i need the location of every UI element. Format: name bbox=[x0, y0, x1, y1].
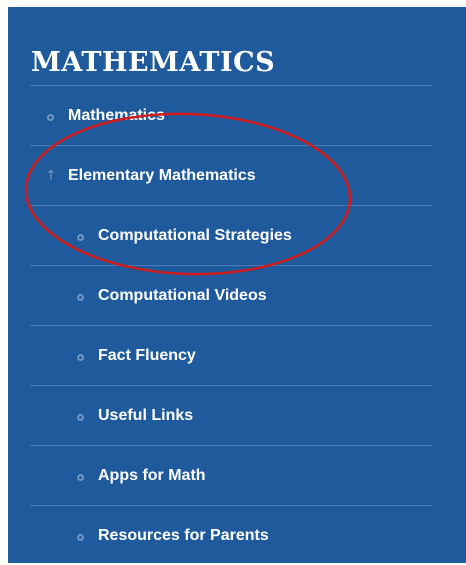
sidebar-item-useful-links[interactable]: Useful Links bbox=[30, 385, 432, 445]
sidebar-heading: MATHEMATICS bbox=[31, 47, 276, 78]
sidebar-item-elementary-mathematics[interactable]: ↑ Elementary Mathematics bbox=[30, 145, 432, 205]
sidebar-item-fact-fluency[interactable]: Fact Fluency bbox=[30, 325, 432, 385]
circle-bullet-icon bbox=[77, 354, 84, 361]
sidebar-panel: MATHEMATICS Mathematics ↑ Elementary Mat… bbox=[8, 7, 466, 563]
circle-bullet-icon bbox=[77, 414, 84, 421]
sidebar-item-label[interactable]: Computational Strategies bbox=[98, 227, 292, 245]
sidebar-item-computational-strategies[interactable]: Computational Strategies bbox=[30, 205, 432, 265]
circle-bullet-icon bbox=[77, 294, 84, 301]
sidebar-item-label[interactable]: Mathematics bbox=[68, 107, 165, 125]
sidebar-item-label[interactable]: Apps for Math bbox=[98, 467, 206, 485]
sidebar-item-label[interactable]: Useful Links bbox=[98, 407, 193, 425]
circle-bullet-icon bbox=[77, 534, 84, 541]
arrow-up-icon: ↑ bbox=[45, 167, 57, 184]
sidebar-item-label[interactable]: Elementary Mathematics bbox=[68, 167, 256, 185]
circle-bullet-icon bbox=[47, 114, 54, 121]
sidebar-item-label[interactable]: Resources for Parents bbox=[98, 527, 269, 545]
sidebar-item-mathematics[interactable]: Mathematics bbox=[30, 85, 432, 145]
circle-bullet-icon bbox=[77, 234, 84, 241]
sidebar-item-apps-for-math[interactable]: Apps for Math bbox=[30, 445, 432, 505]
sidebar-menu: Mathematics ↑ Elementary Mathematics Com… bbox=[30, 85, 432, 565]
sidebar-item-resources-for-parents[interactable]: Resources for Parents bbox=[30, 505, 432, 565]
sidebar-item-computational-videos[interactable]: Computational Videos bbox=[30, 265, 432, 325]
circle-bullet-icon bbox=[77, 474, 84, 481]
sidebar-item-label[interactable]: Computational Videos bbox=[98, 287, 267, 305]
sidebar-item-label[interactable]: Fact Fluency bbox=[98, 347, 196, 365]
